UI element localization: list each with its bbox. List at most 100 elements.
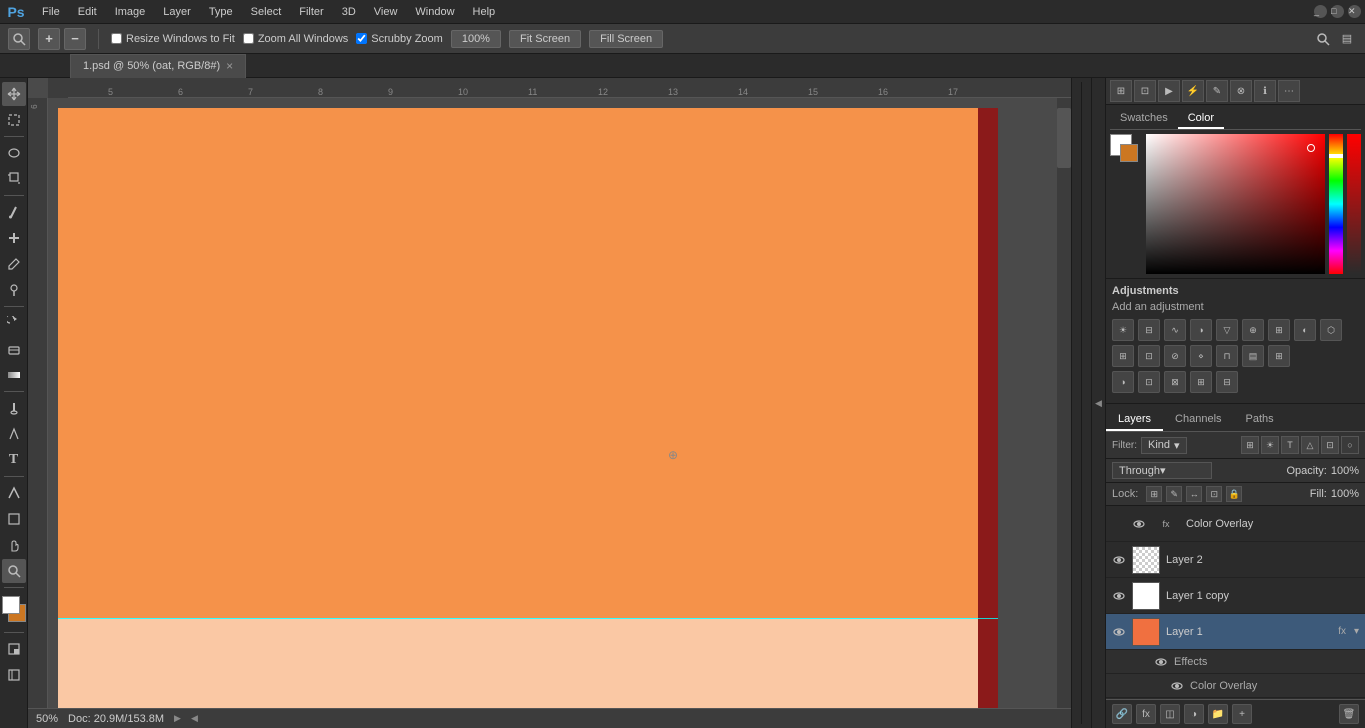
effects-eye-icon[interactable]: [1154, 655, 1168, 669]
minimize-button[interactable]: _: [1314, 5, 1327, 18]
panel-icon-7[interactable]: ℹ: [1254, 80, 1276, 102]
layer-effects-group[interactable]: Effects: [1106, 650, 1365, 674]
vibrance-adj-icon[interactable]: ▽: [1216, 319, 1238, 341]
panel-icon-2[interactable]: ⊡: [1134, 80, 1156, 102]
alpha-bar[interactable]: [1347, 134, 1361, 274]
panel-icon-5[interactable]: ✎: [1206, 80, 1228, 102]
color-gradient-picker[interactable]: [1146, 134, 1325, 274]
layer-item-1[interactable]: Layer 1 fx ▾: [1106, 614, 1365, 650]
eyedropper-tool[interactable]: [2, 200, 26, 224]
zoom-tool[interactable]: [2, 559, 26, 583]
zoom-out-button[interactable]: −: [64, 28, 86, 50]
menu-view[interactable]: View: [366, 4, 406, 20]
panel-toggle-icon[interactable]: ▤: [1337, 29, 1357, 49]
menu-edit[interactable]: Edit: [70, 4, 105, 20]
hue-bar[interactable]: [1329, 134, 1343, 274]
zoom-all-checkbox[interactable]: Zoom All Windows: [243, 33, 348, 45]
panel-icon-4[interactable]: ⚡: [1182, 80, 1204, 102]
kind-dropdown[interactable]: Kind ▾: [1141, 437, 1187, 454]
effect-eye-icon[interactable]: [1132, 519, 1146, 529]
add-layer-style-button[interactable]: fx: [1136, 704, 1156, 724]
status-arrow-back[interactable]: ◀: [191, 713, 198, 724]
zoom-in-button[interactable]: +: [38, 28, 60, 50]
layers-tab[interactable]: Layers: [1106, 408, 1163, 431]
desaturate-adj-icon[interactable]: ⊠: [1164, 371, 1186, 393]
photofilter-adj-icon[interactable]: ⬡: [1320, 319, 1342, 341]
layer-item-color-overlay-effect[interactable]: fx Color Overlay: [1106, 506, 1365, 542]
lock-transparency-icon[interactable]: ⊞: [1146, 486, 1162, 502]
curves-adj-icon[interactable]: ∿: [1164, 319, 1186, 341]
fill-screen-button[interactable]: Fill Screen: [589, 30, 663, 48]
move-tool[interactable]: [2, 82, 26, 106]
select-tool[interactable]: [2, 108, 26, 132]
menu-help[interactable]: Help: [465, 4, 504, 20]
foreground-color[interactable]: [2, 596, 20, 614]
blend-mode-dropdown[interactable]: Through ▾: [1112, 462, 1212, 479]
levels-adj-icon[interactable]: ⊟: [1138, 319, 1160, 341]
panel-icon-3[interactable]: ▶: [1158, 80, 1180, 102]
matchcolor-adj-icon[interactable]: ⊞: [1190, 371, 1212, 393]
menu-type[interactable]: Type: [201, 4, 241, 20]
link-layers-button[interactable]: 🔗: [1112, 704, 1132, 724]
lock-artboard-icon[interactable]: ⊡: [1206, 486, 1222, 502]
document-tab[interactable]: 1.psd @ 50% (oat, RGB/8#) ×: [70, 54, 246, 78]
menu-3d[interactable]: 3D: [334, 4, 364, 20]
menu-layer[interactable]: Layer: [155, 4, 199, 20]
new-layer-button[interactable]: +: [1232, 704, 1252, 724]
history-brush-tool[interactable]: [2, 311, 26, 335]
channels-tab[interactable]: Channels: [1163, 408, 1233, 431]
layer-item-2[interactable]: Layer 2: [1106, 542, 1365, 578]
blackwhite-adj-icon[interactable]: ◐: [1294, 319, 1316, 341]
paths-tab[interactable]: Paths: [1234, 408, 1286, 431]
status-arrow[interactable]: ▶: [174, 713, 181, 724]
color-tab[interactable]: Color: [1178, 109, 1224, 129]
gradient-tool[interactable]: [2, 363, 26, 387]
layer1copy-eye-icon[interactable]: [1112, 589, 1126, 603]
filter-toggle[interactable]: ○: [1341, 436, 1359, 454]
zoom-all-input[interactable]: [243, 33, 254, 44]
tab-close-icon[interactable]: ×: [226, 59, 233, 73]
color-overlay-eye-icon[interactable]: [1170, 679, 1184, 693]
gradientmap-adj-icon[interactable]: ▤: [1242, 345, 1264, 367]
replacecolor-adj-icon[interactable]: ⊟: [1216, 371, 1238, 393]
scrubby-zoom-checkbox[interactable]: Scrubby Zoom: [356, 33, 443, 45]
scrubby-zoom-input[interactable]: [356, 33, 367, 44]
delete-layer-button[interactable]: 🗑: [1339, 704, 1359, 724]
exposure-adj-icon[interactable]: ◑: [1190, 319, 1212, 341]
panel-icon-8[interactable]: ⋯: [1278, 80, 1300, 102]
huesaturation-adj-icon[interactable]: ⊕: [1242, 319, 1264, 341]
fit-screen-button[interactable]: Fit Screen: [509, 30, 581, 48]
swatches-tab[interactable]: Swatches: [1110, 109, 1178, 129]
menu-file[interactable]: File: [34, 4, 68, 20]
panel-collapse-button[interactable]: ◀: [1091, 78, 1105, 728]
brush-tool[interactable]: [2, 252, 26, 276]
menu-filter[interactable]: Filter: [291, 4, 331, 20]
hdr-adj-icon[interactable]: ⊡: [1138, 371, 1160, 393]
background-color-preview[interactable]: [1120, 144, 1138, 162]
quick-mask-toggle[interactable]: [2, 637, 26, 661]
lock-position-icon[interactable]: ↔: [1186, 486, 1202, 502]
threshold-adj-icon[interactable]: ⊓: [1216, 345, 1238, 367]
add-mask-button[interactable]: ◫: [1160, 704, 1180, 724]
shape-tool[interactable]: [2, 507, 26, 531]
lasso-tool[interactable]: [2, 141, 26, 165]
layer-fx-chevron[interactable]: ▾: [1354, 626, 1359, 637]
path-selection-tool[interactable]: [2, 481, 26, 505]
close-button[interactable]: ✕: [1348, 5, 1361, 18]
menu-image[interactable]: Image: [107, 4, 154, 20]
hue-slider[interactable]: [1329, 154, 1343, 158]
screen-mode-toggle[interactable]: [2, 663, 26, 687]
layer1-eye-icon[interactable]: [1112, 625, 1126, 639]
filter-smart-icon[interactable]: ⊡: [1321, 436, 1339, 454]
filter-shape-icon[interactable]: △: [1301, 436, 1319, 454]
invert-adj-icon[interactable]: ⊘: [1164, 345, 1186, 367]
filter-pixel-icon[interactable]: ⊞: [1241, 436, 1259, 454]
menu-window[interactable]: Window: [407, 4, 462, 20]
fill-value[interactable]: 100%: [1331, 488, 1359, 500]
eraser-tool[interactable]: [2, 337, 26, 361]
text-tool[interactable]: T: [2, 448, 26, 472]
colorlookup-adj-icon[interactable]: ⊡: [1138, 345, 1160, 367]
filter-adjustment-icon[interactable]: ☀: [1261, 436, 1279, 454]
add-adjustment-button[interactable]: ◑: [1184, 704, 1204, 724]
crop-tool[interactable]: [2, 167, 26, 191]
